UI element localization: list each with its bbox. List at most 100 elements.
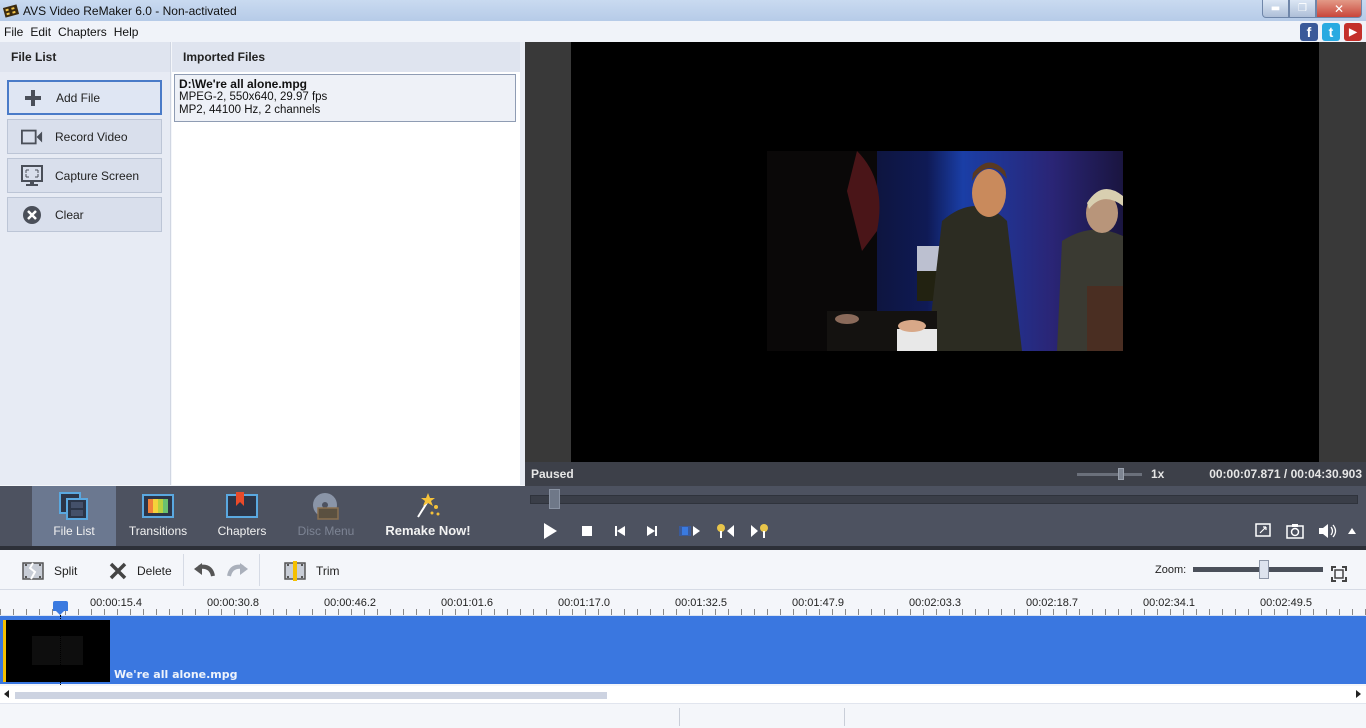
youtube-icon[interactable]: ▶ <box>1344 23 1362 41</box>
tab-file-list[interactable]: File List <box>32 486 116 546</box>
playhead-marker[interactable] <box>53 601 68 615</box>
set-start-marker-button[interactable] <box>714 522 740 540</box>
menu-chapters[interactable]: Chapters <box>55 25 110 39</box>
delete-icon <box>109 562 127 580</box>
zoom-slider-handle[interactable] <box>1259 560 1269 579</box>
status-separator <box>844 708 845 726</box>
zoom-slider[interactable] <box>1193 567 1323 572</box>
tab-file-list-label: File List <box>53 524 95 538</box>
tick-label: 00:02:03.3 <box>909 597 961 609</box>
video-player <box>525 42 1366 462</box>
volume-button[interactable] <box>1317 522 1339 540</box>
video-area <box>571 42 1319 462</box>
player-status-bar: Paused 1x 00:00:07.871 / 00:04:30.903 <box>525 462 1366 486</box>
snapshot-button[interactable] <box>1284 522 1306 540</box>
minimize-button[interactable]: ▬ <box>1262 0 1289 18</box>
remake-now-button[interactable]: Remake Now! <box>373 486 483 546</box>
redo-icon <box>227 563 248 577</box>
clear-icon <box>21 204 43 226</box>
clip-thumbnail[interactable] <box>6 620 110 682</box>
record-video-button[interactable]: Record Video <box>7 119 162 154</box>
seek-bar[interactable] <box>530 495 1358 504</box>
add-file-label: Add File <box>56 90 101 105</box>
scroll-left-icon[interactable] <box>4 690 9 698</box>
redo-button[interactable] <box>227 559 249 583</box>
menu-edit[interactable]: Edit <box>27 25 54 39</box>
trim-label: Trim <box>316 564 340 578</box>
toolbar-separator <box>259 554 260 586</box>
clear-label: Clear <box>55 207 84 222</box>
status-separator <box>679 708 680 726</box>
tick-label: 00:01:01.6 <box>441 597 493 609</box>
tick-label: 00:01:17.0 <box>558 597 610 609</box>
previous-frame-button[interactable] <box>609 522 631 540</box>
trim-button[interactable]: Trim <box>284 559 340 583</box>
tab-chapters[interactable]: Chapters <box>200 486 284 546</box>
transitions-icon <box>142 494 174 518</box>
stop-icon <box>582 526 592 536</box>
timeline-toolbar: Split Delete Trim Zoom: <box>0 550 1366 590</box>
zoom-label: Zoom: <box>1155 564 1187 576</box>
undo-button[interactable] <box>193 559 215 583</box>
monitor-icon <box>21 164 43 187</box>
play-selection-button[interactable] <box>677 522 703 540</box>
tab-transitions-label: Transitions <box>128 524 188 538</box>
add-file-button[interactable]: Add File <box>7 80 162 115</box>
file-video-info: MPEG-2, 550x640, 29.97 fps <box>179 91 328 103</box>
volume-icon <box>1319 524 1337 538</box>
file-list-icon <box>59 492 88 520</box>
skip-forward-icon <box>647 526 657 536</box>
facebook-icon[interactable]: f <box>1300 23 1318 41</box>
social-links: f t ▶ <box>1300 23 1362 41</box>
twitter-icon[interactable]: t <box>1322 23 1340 41</box>
menu-file[interactable]: File <box>1 25 26 39</box>
fit-to-window-icon <box>1331 566 1347 582</box>
scroll-right-icon[interactable] <box>1356 690 1361 698</box>
camera-icon <box>21 126 43 148</box>
timeline-ruler[interactable]: 00:00:15.4 00:00:30.8 00:00:46.2 00:01:0… <box>0 590 1366 615</box>
set-end-marker-button[interactable] <box>746 522 772 540</box>
fullscreen-icon <box>1255 523 1271 537</box>
timeline-scrollbar[interactable] <box>0 686 1366 703</box>
window-title: AVS Video ReMaker 6.0 - Non-activated <box>23 3 237 18</box>
plus-icon <box>22 87 44 109</box>
tick-label: 00:00:46.2 <box>324 597 376 609</box>
next-frame-button[interactable] <box>641 522 663 540</box>
tick-label: 00:01:47.9 <box>792 597 844 609</box>
restore-icon: ❐ <box>1298 3 1307 14</box>
tab-disc-menu[interactable]: Disc Menu <box>284 486 368 546</box>
speed-slider-handle[interactable] <box>1118 468 1124 480</box>
player-controls <box>525 486 1366 548</box>
total-time: 00:04:30.903 <box>1290 467 1362 481</box>
speed-slider[interactable] <box>1077 473 1142 476</box>
app-logo-icon <box>3 3 19 18</box>
tab-transitions[interactable]: Transitions <box>116 486 200 546</box>
volume-menu-button[interactable] <box>1345 522 1359 540</box>
close-button[interactable]: ✕ <box>1316 0 1362 18</box>
imported-files-panel: Imported Files D:\We're all alone.mpg MP… <box>172 42 520 485</box>
marker-start-icon <box>717 524 734 538</box>
film-play-icon <box>679 526 700 536</box>
clear-button[interactable]: Clear <box>7 197 162 232</box>
remake-now-label: Remake Now! <box>385 523 471 538</box>
capture-screen-button[interactable]: Capture Screen <box>7 158 162 193</box>
fullscreen-button[interactable] <box>1252 522 1274 540</box>
trim-icon <box>284 561 306 581</box>
tab-disc-menu-label: Disc Menu <box>297 524 355 538</box>
video-frame <box>767 151 1123 351</box>
restore-button[interactable]: ❐ <box>1289 0 1316 18</box>
skip-back-icon <box>615 526 625 536</box>
seek-handle[interactable] <box>549 489 560 509</box>
scrollbar-thumb[interactable] <box>15 692 607 699</box>
menu-help[interactable]: Help <box>111 25 142 39</box>
play-button[interactable] <box>539 522 561 540</box>
delete-button[interactable]: Delete <box>109 559 172 583</box>
stop-button[interactable] <box>576 522 598 540</box>
fit-timeline-button[interactable] <box>1331 562 1347 586</box>
time-separator: / <box>1283 467 1288 481</box>
marker-end-icon <box>751 524 768 538</box>
imported-file-item[interactable]: D:\We're all alone.mpg MPEG-2, 550x640, … <box>174 74 516 122</box>
speed-value: 1x <box>1151 467 1165 481</box>
split-button[interactable]: Split <box>22 559 77 583</box>
video-track: We're all alone.mpg <box>0 615 1366 684</box>
